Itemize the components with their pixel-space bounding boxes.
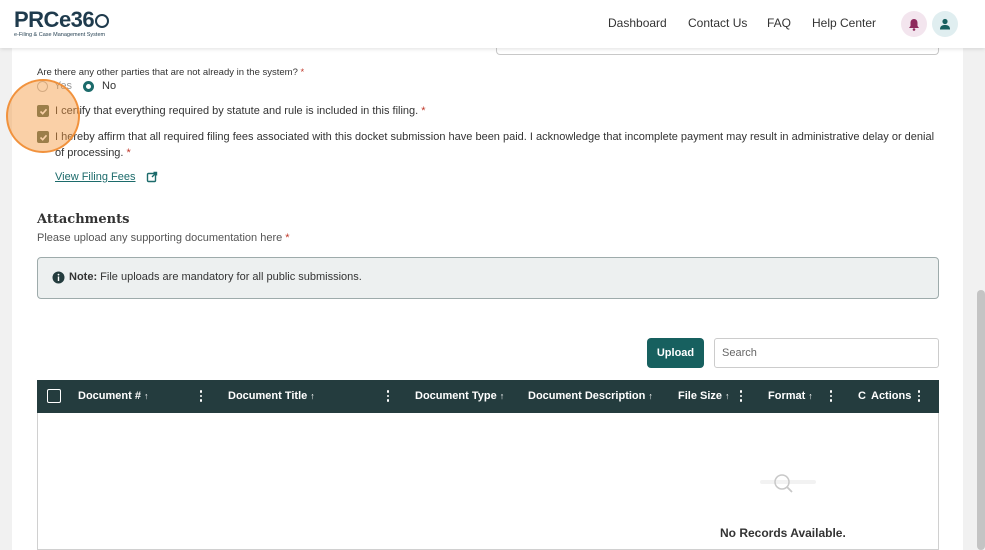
- other-parties-question: Are there any other parties that are not…: [37, 67, 304, 78]
- logo-tagline: e-Filing & Case Management System: [14, 32, 106, 38]
- note-text: Note: File uploads are mandatory for all…: [69, 271, 362, 283]
- search-input[interactable]: [714, 338, 939, 368]
- column-menu-icon[interactable]: [739, 390, 743, 404]
- nav-contact-us[interactable]: Contact Us: [688, 16, 747, 30]
- column-header-document-number[interactable]: Document # ↑: [78, 390, 148, 402]
- required-marker: *: [285, 232, 290, 244]
- sort-arrow-icon[interactable]: ↑: [725, 391, 730, 401]
- info-icon: [52, 271, 65, 284]
- logo-ring-icon: [95, 14, 110, 28]
- certify-statement-text: I certify that everything required by st…: [55, 105, 419, 117]
- view-filing-fees-link[interactable]: View Filing Fees: [55, 171, 136, 183]
- column-header-format[interactable]: Format ↑: [768, 390, 813, 402]
- attachments-subtitle: Please upload any supporting documentati…: [37, 232, 290, 244]
- select-all-checkbox[interactable]: [47, 389, 61, 403]
- column-header-document-type[interactable]: Document Type ↑: [415, 390, 504, 402]
- column-header-document-title[interactable]: Document Title ↑: [228, 390, 315, 402]
- column-header-truncated[interactable]: C: [858, 390, 866, 402]
- scrollbar-thumb[interactable]: [977, 290, 985, 550]
- top-header: PRCe36 e-Filing & Case Management System…: [0, 0, 985, 48]
- click-highlight-overlay: [6, 79, 80, 153]
- column-menu-icon[interactable]: [199, 390, 203, 404]
- prc-logo[interactable]: PRCe36 e-Filing & Case Management System: [14, 7, 110, 38]
- attachments-subtitle-text: Please upload any supporting documentati…: [37, 232, 283, 244]
- profile-button[interactable]: [932, 11, 958, 37]
- sort-arrow-icon[interactable]: ↑: [648, 391, 653, 401]
- column-menu-icon[interactable]: [917, 390, 921, 404]
- notifications-button[interactable]: [901, 11, 927, 37]
- column-header-document-description[interactable]: Document Description ↑: [528, 390, 653, 402]
- upload-note: Note: File uploads are mandatory for all…: [37, 257, 939, 299]
- logo-text: PRCe36: [14, 7, 95, 32]
- nav-help-center[interactable]: Help Center: [812, 16, 876, 30]
- no-records-icon: [760, 474, 816, 493]
- radio-no-label[interactable]: No: [102, 80, 116, 92]
- affirm-fees-statement-text: I hereby affirm that all required filing…: [55, 131, 935, 159]
- column-menu-icon[interactable]: [829, 390, 833, 404]
- sort-arrow-icon[interactable]: ↑: [808, 391, 813, 401]
- column-header-actions: Actions: [871, 390, 912, 402]
- required-marker: *: [421, 105, 426, 117]
- sort-arrow-icon[interactable]: ↑: [310, 391, 315, 401]
- affirm-fees-statement: I hereby affirm that all required filing…: [55, 129, 940, 161]
- bell-icon: [909, 18, 919, 31]
- sort-arrow-icon[interactable]: ↑: [144, 391, 149, 401]
- nav-faq[interactable]: FAQ: [767, 16, 791, 30]
- certify-statement: I certify that everything required by st…: [55, 103, 935, 119]
- upload-button[interactable]: Upload: [647, 338, 704, 368]
- note-label: Note:: [69, 271, 98, 283]
- radio-no[interactable]: [83, 81, 94, 92]
- user-icon: [940, 18, 950, 30]
- other-parties-question-text: Are there any other parties that are not…: [37, 67, 298, 78]
- column-header-file-size[interactable]: File Size ↑: [678, 390, 730, 402]
- required-marker: *: [126, 147, 131, 159]
- column-menu-icon[interactable]: [386, 390, 390, 404]
- grid-header: Document # ↑ Document Title ↑ Document Typ…: [37, 380, 939, 413]
- note-message: File uploads are mandatory for all publi…: [100, 271, 362, 283]
- empty-state-text: No Records Available.: [720, 526, 846, 540]
- nav-dashboard[interactable]: Dashboard: [608, 16, 667, 30]
- attachments-title: Attachments: [37, 212, 130, 227]
- external-link-icon[interactable]: [146, 171, 158, 183]
- sort-arrow-icon[interactable]: ↑: [500, 391, 505, 401]
- required-marker: *: [300, 67, 305, 78]
